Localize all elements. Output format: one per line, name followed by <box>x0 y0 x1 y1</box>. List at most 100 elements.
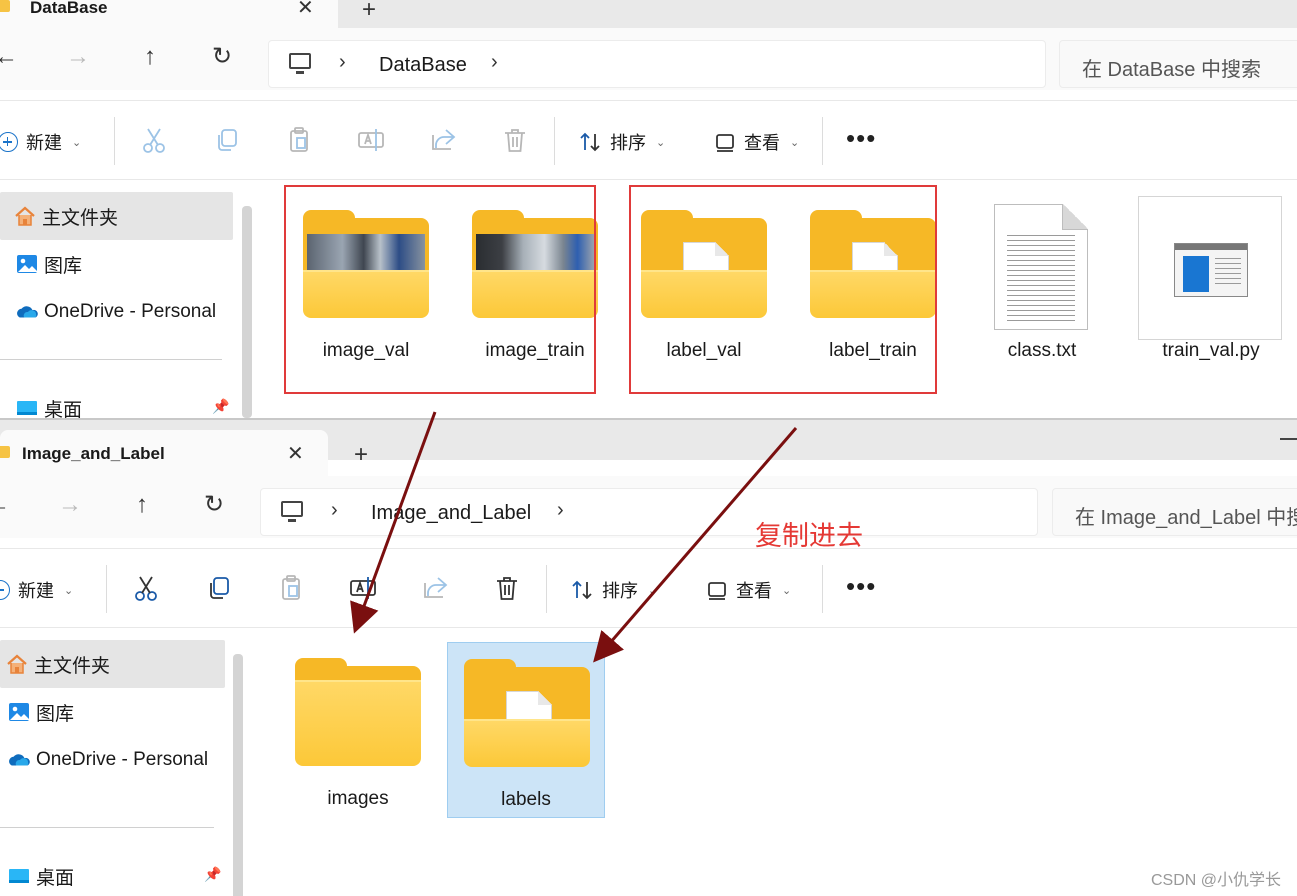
up-arrow-icon[interactable]: ↑ <box>134 41 166 73</box>
folder-icon <box>295 658 421 766</box>
delete-icon[interactable] <box>492 573 522 603</box>
tab-image-and-label[interactable]: Image_and_Label ✕ <box>0 430 328 476</box>
view-icon <box>716 134 734 152</box>
sidebar-item-gallery[interactable]: 图库 <box>0 688 233 736</box>
sidebar-item-desktop[interactable]: 桌面 <box>0 852 233 896</box>
chevron-right-icon[interactable]: › <box>339 51 346 74</box>
chevron-down-icon: ⌄ <box>648 584 658 597</box>
view-label: 查看 <box>744 133 780 153</box>
search-input[interactable]: 在 DataBase 中搜索 <box>1059 40 1297 88</box>
navigation-pane: 主文件夹 图库 OneDrive - Personal 桌面 📌 <box>0 182 252 418</box>
pin-icon[interactable]: 📌 <box>204 866 221 883</box>
sidebar-item-onedrive[interactable]: OneDrive - Personal <box>0 736 233 784</box>
view-icon <box>708 582 726 600</box>
divider <box>554 117 555 165</box>
divider <box>114 117 115 165</box>
view-button[interactable]: 查看 ⌄ <box>706 575 791 605</box>
gallery-icon <box>17 255 37 273</box>
navigation-bar: ← → ↑ ↻ › DataBase › 在 DataBase 中搜索 <box>0 28 1297 90</box>
minimize-button[interactable] <box>1280 438 1297 440</box>
copy-icon[interactable] <box>212 125 242 155</box>
onedrive-icon <box>17 306 38 318</box>
sidebar-item-label: OneDrive - Personal <box>36 749 209 770</box>
chevron-right-icon[interactable]: › <box>331 499 338 522</box>
close-tab-icon[interactable]: ✕ <box>287 441 304 466</box>
onedrive-icon <box>9 754 30 766</box>
divider <box>546 565 547 613</box>
file-item-class-txt[interactable]: class.txt <box>962 194 1122 364</box>
text-file-icon <box>994 204 1088 330</box>
tab-database[interactable]: DataBase ✕ <box>0 0 338 28</box>
breadcrumb-image-and-label[interactable]: Image_and_Label <box>371 502 531 525</box>
tab-bar: DataBase ✕ + <box>0 0 1297 28</box>
new-tab-button[interactable]: + <box>354 441 368 469</box>
more-options-button[interactable]: ••• <box>846 571 876 602</box>
pin-icon[interactable]: 📌 <box>212 398 229 415</box>
item-name: class.txt <box>1007 340 1077 361</box>
sidebar-item-home[interactable]: 主文件夹 <box>0 192 233 240</box>
plus-circle-icon <box>0 580 10 600</box>
address-bar[interactable]: › Image_and_Label › <box>260 488 1038 536</box>
scrollbar[interactable] <box>233 654 243 896</box>
delete-icon[interactable] <box>500 125 530 155</box>
chevron-right-icon[interactable]: › <box>491 51 498 74</box>
new-tab-button[interactable]: + <box>362 0 376 24</box>
paste-icon[interactable] <box>284 125 314 155</box>
back-arrow-icon[interactable]: ← <box>0 489 14 521</box>
explorer-window-image-and-label: Image_and_Label ✕ + ← → ↑ ↻ › Image_and_… <box>0 418 1297 896</box>
view-button[interactable]: 查看 ⌄ <box>714 127 799 157</box>
share-icon[interactable] <box>420 573 450 603</box>
rename-icon[interactable] <box>356 125 386 155</box>
paste-icon[interactable] <box>276 573 306 603</box>
navigation-pane: 主文件夹 图库 OneDrive - Personal 桌面 📌 <box>0 630 246 896</box>
sidebar-item-home[interactable]: 主文件夹 <box>0 640 225 688</box>
sort-button[interactable]: 排序 ⌄ <box>578 127 665 157</box>
address-bar[interactable]: › DataBase › <box>268 40 1046 88</box>
refresh-icon[interactable]: ↻ <box>206 41 238 73</box>
chevron-down-icon: ⌄ <box>790 136 800 149</box>
view-label: 查看 <box>736 581 772 601</box>
search-input[interactable]: 在 Image_and_Label 中搜 <box>1052 488 1297 536</box>
divider <box>822 565 823 613</box>
sidebar-item-onedrive[interactable]: OneDrive - Personal <box>0 288 233 336</box>
sidebar-item-label: 桌面 <box>36 867 75 889</box>
cut-icon[interactable] <box>139 125 169 155</box>
close-tab-icon[interactable]: ✕ <box>297 0 314 20</box>
folder-icon <box>0 0 10 12</box>
chevron-right-icon[interactable]: › <box>557 499 564 522</box>
sort-icon <box>572 580 592 600</box>
up-arrow-icon[interactable]: ↑ <box>126 489 158 521</box>
more-options-button[interactable]: ••• <box>846 123 876 154</box>
sidebar-item-label: 主文件夹 <box>42 207 119 229</box>
search-placeholder: 在 DataBase 中搜索 <box>1082 59 1261 81</box>
new-button[interactable]: 新建 ⌄ <box>0 127 81 157</box>
file-list: images labels <box>255 630 1297 896</box>
rename-icon[interactable] <box>348 573 378 603</box>
forward-arrow-icon[interactable]: → <box>54 489 86 521</box>
breadcrumb-database[interactable]: DataBase <box>379 54 467 77</box>
file-item-train-val-py[interactable]: train_val.py <box>1131 194 1291 364</box>
sidebar-item-desktop[interactable]: 桌面 <box>0 384 233 418</box>
sidebar-item-gallery[interactable]: 图库 <box>0 240 233 288</box>
new-button[interactable]: 新建 ⌄ <box>0 575 73 605</box>
scrollbar[interactable] <box>242 206 252 418</box>
sort-button[interactable]: 排序 ⌄ <box>570 575 657 605</box>
item-name: labels <box>501 789 551 810</box>
computer-icon[interactable] <box>289 53 311 74</box>
forward-arrow-icon[interactable]: → <box>62 41 94 73</box>
item-name: train_val.py <box>1162 340 1260 361</box>
refresh-icon[interactable]: ↻ <box>198 489 230 521</box>
back-arrow-icon[interactable]: ← <box>0 41 22 73</box>
folder-item-images[interactable]: images <box>278 642 438 812</box>
folder-item-labels[interactable]: labels <box>447 642 605 818</box>
python-file-icon <box>1138 196 1282 340</box>
cut-icon[interactable] <box>131 573 161 603</box>
copy-icon[interactable] <box>204 573 234 603</box>
highlight-box-labels <box>629 185 937 394</box>
divider <box>0 359 222 360</box>
divider <box>822 117 823 165</box>
folder-doc-icon <box>464 659 590 767</box>
computer-icon[interactable] <box>281 501 303 522</box>
command-bar: 新建 ⌄ 排序 ⌄ 查看 ⌄ ••• <box>0 548 1297 628</box>
share-icon[interactable] <box>428 125 458 155</box>
